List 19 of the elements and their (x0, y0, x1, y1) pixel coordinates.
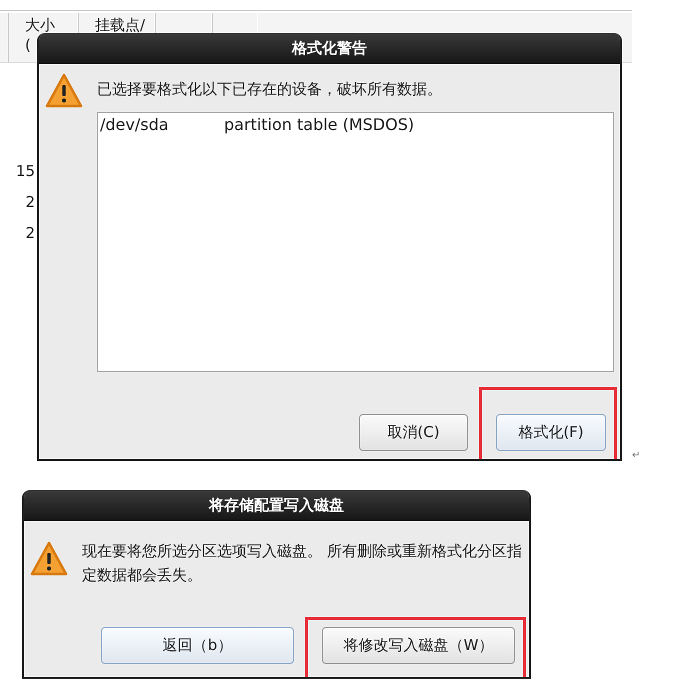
column-header: ( (25, 35, 32, 55)
dialog-title: 将存储配置写入磁盘 (24, 490, 529, 521)
dialog-button[interactable]: 返回（b） (101, 627, 294, 664)
dialog-button[interactable]: 取消(C) (359, 414, 468, 451)
size-cell-text: 2 (24, 223, 35, 243)
column-header: 大小 (25, 15, 56, 35)
device-description: partition table (MSDOS) (224, 115, 414, 134)
size-cell-text: 2 (24, 192, 35, 212)
paragraph-mark: ↵ (632, 450, 640, 461)
device-name: /dev/sda (100, 115, 170, 134)
size-cell-text: 15 (14, 161, 35, 181)
dialog-button[interactable]: 将修改写入磁盘（W） (322, 627, 515, 664)
warning-message: 现在要将您所选分区选项写入磁盘。 所有删除或重新格式化分区指定数据都会丢失。 (82, 541, 522, 586)
warning-icon (30, 541, 68, 577)
warning-message: 已选择要格式化以下已存在的设备，破坏所有数据。 (97, 79, 443, 100)
dialog-button[interactable]: 格式化(F) (496, 414, 606, 451)
column-header: 挂载点/ (95, 15, 146, 35)
warning-icon (45, 73, 83, 109)
dialog-title: 格式化警告 (39, 33, 620, 64)
